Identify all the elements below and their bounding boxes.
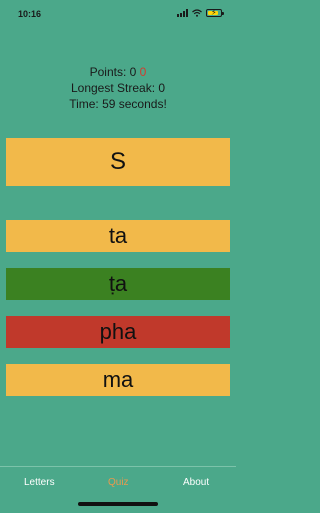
points-readout: Points: 0 0 (0, 64, 236, 80)
points-delta: 0 (139, 65, 147, 79)
prompt-letter-card: S (6, 138, 230, 186)
answer-option-3[interactable]: pha (6, 316, 230, 348)
wifi-icon (192, 9, 202, 17)
status-time: 10:16 (18, 9, 42, 19)
answer-option-2[interactable]: ṭa (6, 268, 230, 300)
tab-letters[interactable]: Letters (24, 477, 55, 488)
status-icons: ⚡ (177, 8, 224, 17)
time-remaining: Time: 59 seconds! (69, 97, 167, 111)
longest-streak: Longest Streak: 0 (70, 81, 166, 95)
tab-quiz[interactable]: Quiz (108, 477, 129, 488)
tab-about[interactable]: About (183, 477, 209, 488)
cellular-signal-icon (177, 9, 188, 17)
answer-option-4[interactable]: ma (6, 364, 230, 396)
answer-option-1[interactable]: ta (6, 220, 230, 252)
battery-icon: ⚡ (206, 8, 224, 17)
home-indicator (78, 502, 158, 506)
points-label: Points: 0 (89, 65, 137, 79)
status-bar: 10:16 ⚡ (0, 0, 236, 30)
